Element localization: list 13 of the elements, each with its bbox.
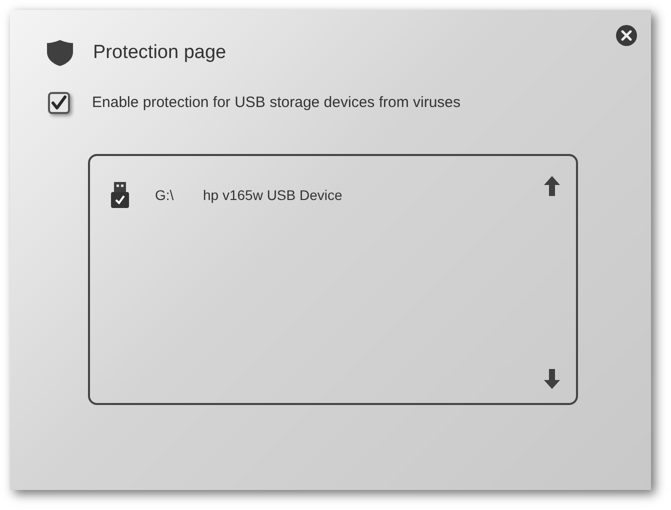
drive-letter: G:\ [155,186,175,204]
scroll-down-button[interactable] [544,369,560,389]
down-arrow-icon [544,369,560,389]
close-button[interactable] [616,25,637,46]
shield-icon [46,39,74,68]
close-icon [621,30,632,41]
device-name: hp v165w USB Device [203,186,342,205]
page-title: Protection page [93,41,226,65]
protection-checkbox[interactable] [48,92,70,114]
check-icon [51,94,67,111]
protection-label: Enable protection for USB storage devices from viruses [92,92,461,112]
scroll-up-button[interactable] [544,176,560,196]
up-arrow-icon [544,176,560,196]
